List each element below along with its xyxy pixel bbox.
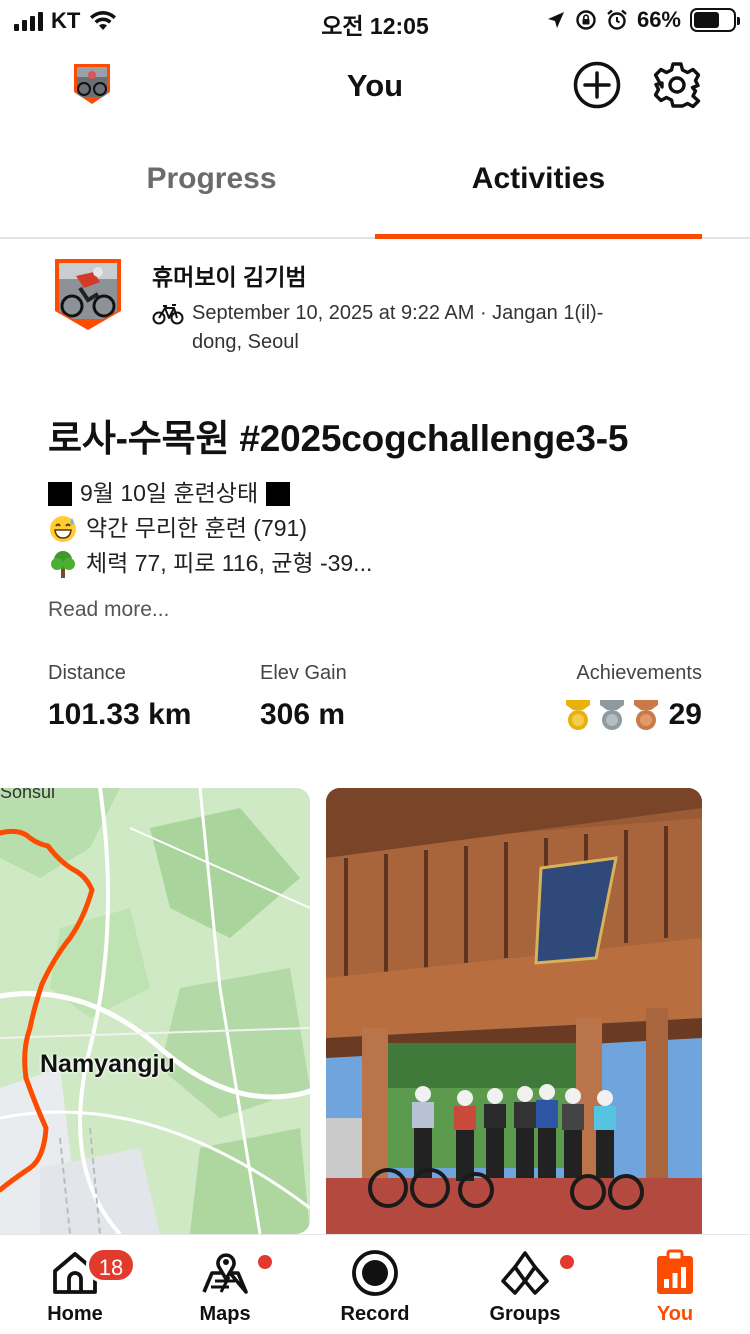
map-place-label: Sohsul — [0, 788, 56, 802]
active-tab-indicator — [375, 234, 702, 239]
black-square-icon — [48, 481, 72, 506]
tabbar-home-label: Home — [47, 1303, 103, 1325]
bronze-medal-icon — [633, 700, 658, 730]
achievements-count: 29 — [668, 698, 702, 731]
carrier-label: KT — [51, 8, 81, 33]
cellular-signal-icon — [14, 11, 43, 31]
tabbar-you[interactable]: You — [600, 1247, 750, 1326]
description-line: 체력 77, 피로 116, 균형 -39... — [48, 546, 372, 581]
activity-meta: September 10, 2025 at 9:22 AM · Jangan 1… — [192, 302, 604, 353]
description-line: 9월 10일 훈련상태 — [48, 476, 372, 511]
tree-emoji-icon — [51, 550, 75, 578]
tabbar-maps[interactable]: Maps — [150, 1247, 300, 1326]
top-header: You — [0, 44, 750, 128]
record-icon — [352, 1250, 398, 1296]
tabbar-you-label: You — [656, 1303, 694, 1325]
activity-title[interactable]: 로사-수목원 #2025cogchallenge3-5 — [48, 408, 628, 462]
groups-icon — [501, 1251, 549, 1295]
you-icon — [657, 1249, 693, 1294]
map-background — [0, 788, 310, 1234]
athlete-name[interactable]: 휴머보이 김기범 — [152, 258, 307, 292]
maps-notification-dot — [258, 1255, 272, 1269]
elev-gain-value: 306 m — [260, 698, 346, 731]
description-text: 약간 무리한 훈련 (791) — [86, 515, 307, 541]
battery-icon — [690, 8, 740, 32]
status-left: KT — [14, 8, 118, 34]
wifi-icon — [90, 11, 117, 30]
maps-icon — [202, 1253, 248, 1294]
add-activity-button[interactable] — [572, 60, 622, 110]
distance-label: Distance — [48, 662, 126, 684]
tabbar-record-label: Record — [340, 1303, 410, 1325]
tab-activities[interactable]: Activities — [375, 162, 702, 196]
black-square-icon — [266, 481, 291, 506]
status-bar: KT 오전 12:05 66% — [0, 0, 750, 44]
grinning-sweat-emoji-icon — [50, 515, 76, 542]
profile-avatar[interactable] — [72, 62, 112, 106]
alarm-icon — [607, 9, 627, 30]
gold-medal-icon — [565, 700, 590, 730]
group-ride-photo — [326, 788, 702, 1234]
tabbar-groups[interactable]: Groups — [450, 1247, 600, 1326]
tabbar-home[interactable]: Home 18 — [0, 1247, 150, 1326]
description-line: 약간 무리한 훈련 (791) — [48, 511, 372, 546]
read-more-link[interactable]: Read more... — [48, 598, 169, 622]
bottom-tab-bar: Home 18 Maps Record Groups You — [0, 1234, 750, 1334]
settings-gear-icon[interactable] — [652, 60, 702, 110]
battery-percent: 66% — [636, 7, 681, 32]
page-title: You — [346, 68, 404, 103]
silver-medal-icon — [599, 700, 624, 730]
elev-gain-label: Elev Gain — [260, 662, 347, 684]
description-text: 체력 77, 피로 116, 균형 -39... — [86, 550, 373, 576]
tabbar-groups-label: Groups — [489, 1303, 561, 1325]
tabbar-record[interactable]: Record — [300, 1247, 450, 1326]
achievements-summary[interactable]: 29 — [563, 698, 702, 732]
description-text: 9월 10일 훈련상태 — [80, 480, 259, 506]
activity-map[interactable]: Sohsul Namyangju — [0, 788, 310, 1234]
map-city-label: Namyangju — [40, 1050, 175, 1078]
profile-tabs: Progress Activities — [0, 128, 750, 239]
tabbar-maps-label: Maps — [199, 1303, 251, 1325]
activity-description[interactable]: 9월 10일 훈련상태 약간 무리한 훈련 (791) 체력 77, 피로 11… — [48, 476, 372, 581]
achievements-label: Achievements — [576, 662, 702, 684]
activity-photo[interactable] — [326, 788, 702, 1234]
groups-notification-dot — [560, 1255, 574, 1269]
orientation-lock-icon — [576, 10, 596, 30]
bicycle-icon — [152, 304, 184, 325]
notification-badge: 18 — [86, 1247, 136, 1283]
tab-progress[interactable]: Progress — [48, 162, 375, 196]
distance-value: 101.33 km — [48, 698, 192, 731]
status-right: 66% — [546, 7, 740, 33]
location-arrow-icon — [547, 12, 564, 28]
athlete-avatar[interactable] — [54, 258, 122, 330]
